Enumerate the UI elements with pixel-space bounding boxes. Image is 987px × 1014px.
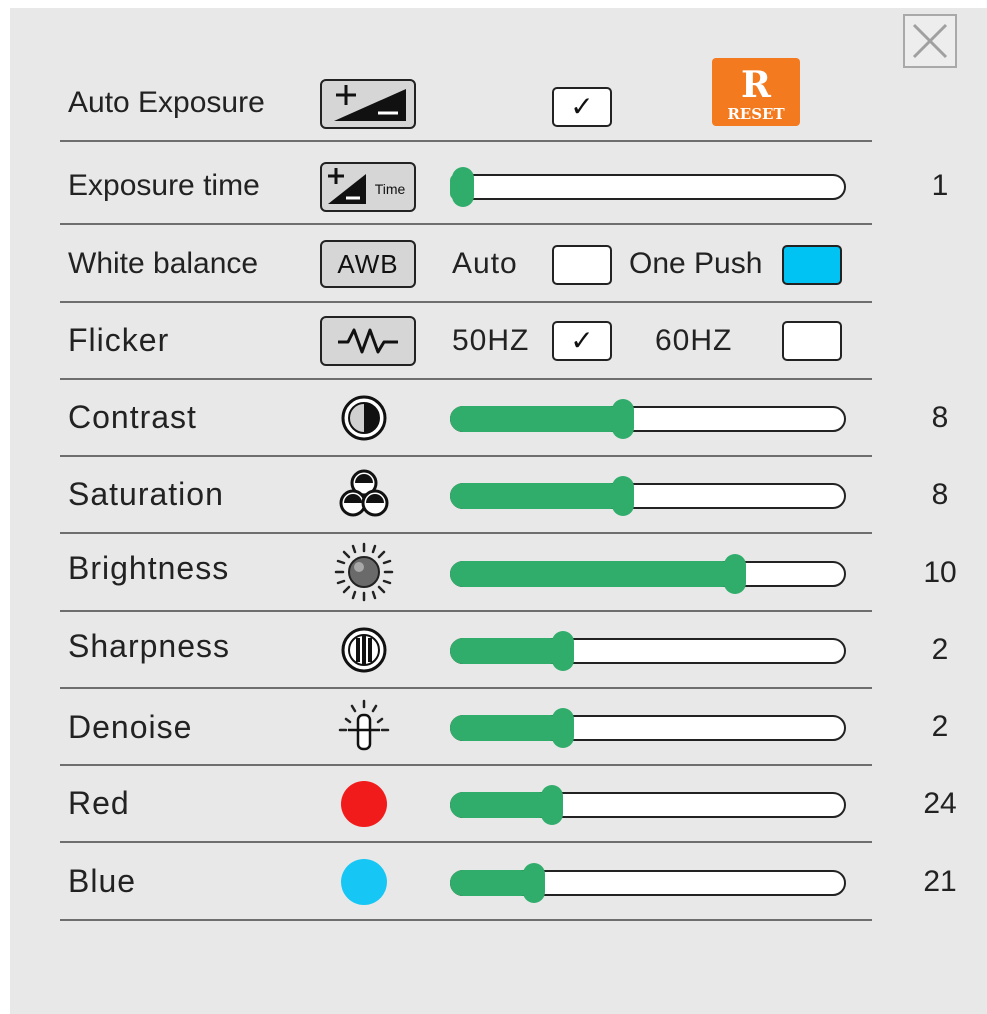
blue-label: Blue <box>68 863 137 899</box>
saturation-value: 8 <box>931 478 949 511</box>
row-divider <box>60 223 872 225</box>
red-slider-fill <box>450 792 553 818</box>
saturation-label: Saturation <box>68 476 224 512</box>
blue-slider-thumb[interactable] <box>522 863 545 903</box>
brightness-slider-fill <box>450 561 735 587</box>
row-divider <box>60 841 872 843</box>
brightness-value: 10 <box>923 556 957 589</box>
red-value: 24 <box>923 787 957 820</box>
brightness-icon <box>334 541 394 603</box>
flicker-label: Flicker <box>68 322 170 358</box>
red-slider[interactable] <box>450 785 846 825</box>
exposure-time-icon: Time <box>328 168 406 204</box>
sharpness-row: Sharpness 2 <box>58 612 948 689</box>
exposure-time-slider[interactable] <box>450 167 846 207</box>
brightness-row: Brightness 10 <box>58 535 957 612</box>
sharpness-slider[interactable] <box>450 631 846 671</box>
saturation-icon <box>334 465 394 525</box>
reset-icon: R RESET <box>712 58 800 126</box>
denoise-row: Denoise 2 <box>58 689 948 766</box>
exposure-plus-minus-icon <box>334 85 406 121</box>
brightness-slider-thumb[interactable] <box>723 554 746 594</box>
reset-button[interactable]: R RESET <box>712 58 800 126</box>
denoise-slider-thumb[interactable] <box>552 708 575 748</box>
sharpness-icon <box>334 625 394 675</box>
red-row: Red 24 <box>58 766 957 843</box>
flicker-row: Flicker 50HZ 60HZ <box>58 303 872 380</box>
awb-button[interactable]: AWB <box>320 240 416 288</box>
red-label: Red <box>68 785 130 821</box>
saturation-slider-fill <box>450 483 623 509</box>
reset-label: RESET <box>727 105 785 123</box>
flicker-wave-icon <box>338 328 398 354</box>
blue-value: 21 <box>923 865 957 898</box>
saturation-slider[interactable] <box>450 476 846 516</box>
blue-slider[interactable] <box>450 863 846 903</box>
contrast-value: 8 <box>931 401 949 434</box>
wb-one-push-label: One Push <box>629 247 763 280</box>
exposure-time-label: Exposure time <box>68 169 260 202</box>
denoise-value: 2 <box>931 710 949 743</box>
close-button[interactable] <box>903 14 957 68</box>
contrast-label: Contrast <box>68 399 197 435</box>
exposure-time-button[interactable]: Time <box>320 162 416 212</box>
reset-letter: R <box>741 64 772 106</box>
brightness-label: Brightness <box>68 550 230 586</box>
denoise-icon <box>334 697 394 757</box>
row-divider <box>60 140 872 142</box>
blue-row: Blue 21 <box>58 844 957 921</box>
close-icon <box>912 23 948 59</box>
exposure-time-slider-thumb[interactable] <box>452 167 474 207</box>
auto-exposure-label: Auto Exposure <box>68 86 265 119</box>
flicker-50hz-checkbox[interactable] <box>552 321 612 361</box>
brightness-slider[interactable] <box>450 554 846 594</box>
auto-exposure-checkbox[interactable] <box>552 87 612 127</box>
denoise-slider-fill <box>450 715 564 741</box>
exposure-time-value: 1 <box>931 169 949 202</box>
flicker-button[interactable] <box>320 316 416 366</box>
saturation-row: Saturation 8 <box>58 457 948 534</box>
wb-auto-label: Auto <box>452 247 518 280</box>
contrast-slider[interactable] <box>450 399 846 439</box>
contrast-slider-fill <box>450 406 623 432</box>
exposure-time-row: Exposure time Time 1 <box>58 148 948 225</box>
wb-auto-checkbox[interactable] <box>552 245 612 285</box>
denoise-label: Denoise <box>68 709 193 745</box>
saturation-slider-thumb[interactable] <box>611 476 634 516</box>
red-dot-icon <box>341 781 387 827</box>
flicker-60hz-label: 60HZ <box>655 324 733 357</box>
sharpness-slider-fill <box>450 638 564 664</box>
contrast-row: Contrast 8 <box>58 380 948 457</box>
sharpness-slider-thumb[interactable] <box>552 631 575 671</box>
red-slider-thumb[interactable] <box>541 785 564 825</box>
white-balance-label: White balance <box>68 247 259 280</box>
sharpness-label: Sharpness <box>68 628 230 664</box>
row-divider <box>60 919 872 921</box>
blue-dot-icon <box>341 859 387 905</box>
denoise-slider[interactable] <box>450 708 846 748</box>
contrast-slider-thumb[interactable] <box>611 399 634 439</box>
exposure-time-icon-text: Time <box>375 181 406 197</box>
flicker-60hz-checkbox[interactable] <box>782 321 842 361</box>
sharpness-value: 2 <box>931 633 949 666</box>
wb-one-push-button[interactable] <box>782 245 842 285</box>
blue-slider-fill <box>450 870 534 896</box>
flicker-50hz-label: 50HZ <box>452 324 530 357</box>
white-balance-row: White balance AWB Auto One Push <box>58 226 872 303</box>
auto-exposure-button[interactable] <box>320 79 416 129</box>
awb-button-label: AWB <box>337 249 399 279</box>
contrast-icon <box>334 393 394 443</box>
